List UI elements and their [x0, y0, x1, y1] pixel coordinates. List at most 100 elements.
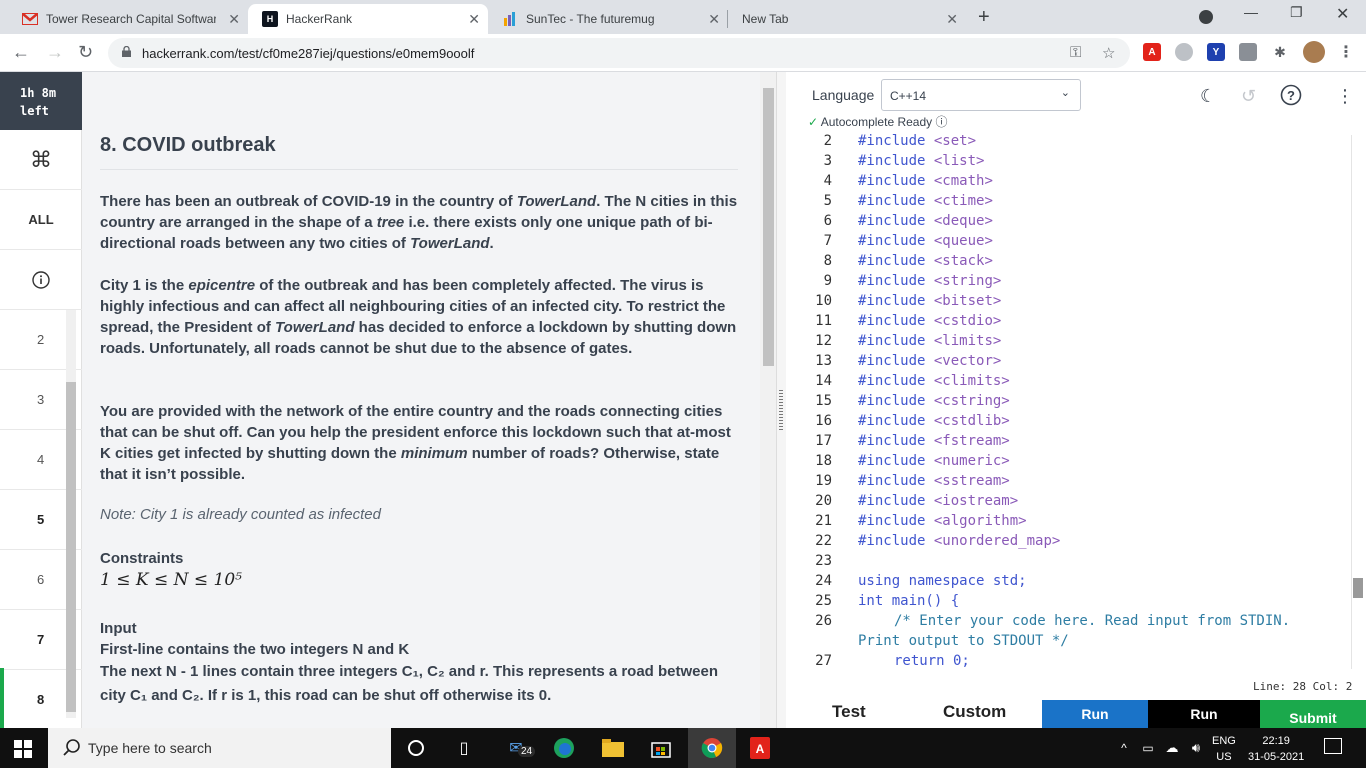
chrome-taskbar-icon[interactable] — [688, 728, 736, 768]
close-icon[interactable]: ✕ — [228, 11, 240, 28]
bookmark-star-icon[interactable]: ☆ — [1102, 44, 1115, 62]
problem-statement: 8. COVID outbreak There has been an outb… — [82, 72, 776, 728]
info-icon[interactable]: ⓘ — [935, 115, 947, 129]
tab-custom[interactable]: Custom — [943, 702, 1006, 722]
code-text: #include <set> — [858, 133, 977, 149]
code-text: #include <numeric> — [858, 453, 1010, 469]
run-custom-button[interactable]: Run — [1148, 700, 1260, 728]
code-text: #include <string> — [858, 273, 1002, 289]
sidebar-scroll-thumb[interactable] — [66, 382, 76, 712]
input-language[interactable]: ENG US — [1212, 733, 1236, 765]
tab-suntec[interactable]: SunTec - The futuremug ✕ — [488, 4, 728, 34]
code-text: #include <cmath> — [858, 173, 993, 189]
lock-icon — [122, 46, 131, 57]
all-questions-link[interactable]: ALL — [0, 190, 82, 250]
tab-test[interactable]: Test — [832, 702, 866, 722]
tab-new-tab[interactable]: New Tab ✕ — [728, 4, 966, 34]
code-text: #include <fstream> — [858, 433, 1010, 449]
restore-icon[interactable]: ❐ — [1290, 4, 1303, 21]
close-icon[interactable]: ✕ — [708, 11, 720, 28]
battery-icon[interactable]: ▭ — [1136, 736, 1160, 760]
line-number: 8 — [823, 253, 832, 269]
chrome-menu-icon[interactable]: ⋮ — [1337, 43, 1355, 61]
code-text: #include <list> — [858, 153, 985, 169]
line-number: 17 — [815, 433, 832, 449]
info-icon[interactable] — [0, 250, 82, 310]
drag-handle-icon[interactable] — [779, 390, 783, 430]
window-close-icon[interactable]: ✕ — [1336, 4, 1349, 24]
edge-icon[interactable] — [552, 736, 576, 760]
time-left: 1h 8m left — [0, 72, 82, 130]
acrobat-taskbar-icon[interactable]: A — [748, 736, 772, 760]
cloud-icon[interactable]: ☁ — [1160, 736, 1184, 760]
forward-icon[interactable]: → — [46, 42, 64, 63]
tab-search-icon[interactable] — [1199, 10, 1213, 24]
tab-label: SunTec - The futuremug — [526, 12, 655, 26]
tab-hackerrank[interactable]: H HackerRank ✕ — [248, 4, 488, 34]
code-text: using namespace std; — [858, 573, 1027, 589]
line-number: 24 — [815, 573, 832, 589]
task-view-icon[interactable]: ▯ — [452, 736, 476, 760]
submit-button[interactable]: Submit — [1260, 700, 1366, 728]
extension-icon[interactable] — [1175, 43, 1193, 61]
code-text: #include <climits> — [858, 373, 1010, 389]
search-placeholder: Type here to search — [88, 740, 212, 756]
line-number: 2 — [823, 133, 832, 149]
svg-text:A: A — [756, 742, 765, 756]
more-options-icon[interactable]: ⋮ — [1336, 86, 1354, 107]
line-number: 12 — [815, 333, 832, 349]
puzzle-extensions-icon[interactable]: ✱ — [1271, 43, 1289, 61]
extension-icon[interactable] — [1239, 43, 1257, 61]
run-tests-button[interactable]: Run — [1042, 700, 1148, 728]
line-number: 21 — [815, 513, 832, 529]
cortana-icon[interactable] — [404, 736, 428, 760]
file-explorer-icon[interactable] — [601, 736, 625, 760]
y-extension-icon[interactable]: Y — [1207, 43, 1225, 61]
editor-scroll-thumb[interactable] — [1353, 578, 1363, 598]
line-number: 18 — [815, 453, 832, 469]
speaker-icon[interactable]: 🔊︎ — [1184, 736, 1208, 760]
line-number: 13 — [815, 353, 832, 369]
code-text: #include <sstream> — [858, 473, 1010, 489]
theme-moon-icon[interactable]: ☾ — [1200, 86, 1216, 107]
windows-start-icon[interactable] — [14, 740, 32, 758]
key-icon[interactable]: ⚿ — [1070, 44, 1081, 61]
line-number: 15 — [815, 393, 832, 409]
autocomplete-text: Autocomplete Ready — [820, 115, 933, 129]
language-select[interactable]: C++14 ⌄ — [881, 79, 1081, 111]
code-text: Print output to STDOUT */ — [858, 633, 1069, 649]
code-text: #include <cstdio> — [858, 313, 1002, 329]
chevron-up-icon[interactable]: ^ — [1112, 736, 1136, 760]
address-bar[interactable]: hackerrank.com/test/cf0me287iej/question… — [108, 38, 1130, 68]
mail-icon[interactable]: ✉ 24 — [504, 736, 536, 760]
line-number: 6 — [823, 213, 832, 229]
reload-icon[interactable]: ↻ — [78, 42, 93, 63]
input-line-2: The next N - 1 lines contain three integ… — [100, 663, 719, 704]
close-icon[interactable]: ✕ — [946, 11, 958, 28]
notifications-icon[interactable] — [1324, 738, 1342, 754]
back-icon[interactable]: ← — [12, 42, 30, 63]
taskbar-search-box[interactable]: Type here to search — [48, 728, 391, 768]
history-icon[interactable]: ↺ — [1241, 86, 1256, 107]
minimize-icon[interactable]: — — [1244, 4, 1258, 20]
clock[interactable]: 22:19 31-05-2021 — [1248, 733, 1304, 765]
hackerrank-icon: H — [262, 11, 278, 27]
close-icon[interactable]: ✕ — [468, 11, 480, 28]
problem-scroll-thumb[interactable] — [763, 88, 774, 366]
shortcuts-icon[interactable]: ⌘ — [0, 130, 82, 190]
acrobat-extension-icon[interactable]: A — [1143, 43, 1161, 61]
store-icon[interactable] — [649, 736, 673, 760]
line-number: 19 — [815, 473, 832, 489]
tab-gmail[interactable]: Tower Research Capital Software ✕ — [8, 4, 248, 34]
profile-avatar[interactable] — [1303, 41, 1325, 63]
code-area[interactable]: 2 #include <set> 3 #include <list> 4 #include… — [786, 130, 1356, 672]
region-code: US — [1216, 751, 1232, 763]
line-number: 10 — [815, 293, 832, 309]
language-value: C++14 — [890, 89, 927, 103]
url-text: hackerrank.com/test/cf0me287iej/question… — [142, 46, 475, 61]
help-icon[interactable]: ? — [1280, 84, 1302, 111]
problem-title: 8. COVID outbreak — [100, 134, 276, 156]
line-number: 16 — [815, 413, 832, 429]
new-tab-icon[interactable]: + — [978, 6, 990, 29]
line-number: 22 — [815, 533, 832, 549]
